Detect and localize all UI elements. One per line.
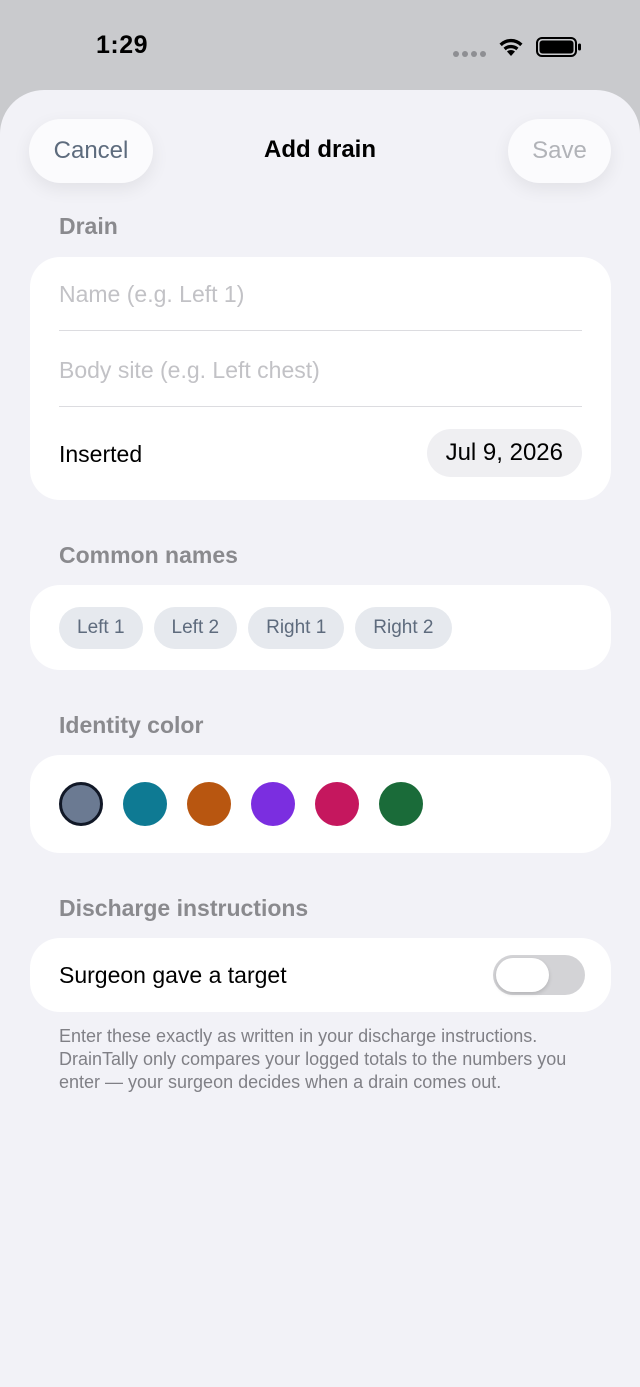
surgeon-target-toggle[interactable]: [493, 955, 585, 995]
color-swatch[interactable]: [59, 782, 103, 826]
divider: [59, 330, 582, 331]
inserted-date-picker[interactable]: Jul 9, 2026: [426, 429, 582, 477]
battery-icon: [536, 37, 581, 57]
color-swatches: [59, 782, 423, 826]
discharge-card: Surgeon gave a target: [30, 938, 611, 1012]
color-swatch[interactable]: [379, 782, 423, 826]
toggle-knob: [496, 958, 549, 992]
wifi-icon: [499, 38, 523, 56]
common-names-label: Common names: [59, 542, 238, 568]
chip-left-1[interactable]: Left 1: [59, 607, 143, 649]
common-names-chips: Left 1 Left 2 Right 1 Right 2: [59, 607, 452, 649]
surgeon-target-label: Surgeon gave a target: [59, 962, 287, 988]
status-time: 1:29: [96, 31, 149, 59]
inserted-label: Inserted: [59, 441, 143, 467]
chip-left-2[interactable]: Left 2: [153, 607, 238, 649]
drain-card: Name (e.g. Left 1) Body site (e.g. Left …: [30, 257, 611, 500]
status-bar: 1:29: [0, 0, 640, 90]
identity-color-card: [30, 755, 611, 853]
body-site-input[interactable]: Body site (e.g. Left chest): [59, 357, 320, 384]
divider: [59, 406, 582, 407]
discharge-footnote: Enter these exactly as written in your d…: [59, 1026, 567, 1092]
discharge-instructions-label: Discharge instructions: [59, 895, 309, 921]
save-button[interactable]: Save: [508, 119, 611, 183]
color-swatch[interactable]: [251, 782, 295, 826]
cellular-signal-icon: [453, 51, 486, 57]
color-swatch[interactable]: [123, 782, 167, 826]
drain-section-label: Drain: [59, 213, 118, 239]
identity-color-label: Identity color: [59, 712, 204, 738]
name-input[interactable]: Name (e.g. Left 1): [59, 281, 244, 308]
chip-right-2[interactable]: Right 2: [355, 607, 452, 649]
add-drain-sheet: Cancel Add drain Save Drain Name (e.g. L…: [0, 90, 640, 1387]
color-swatch[interactable]: [315, 782, 359, 826]
common-names-card: Left 1 Left 2 Right 1 Right 2: [30, 585, 611, 670]
chip-right-1[interactable]: Right 1: [248, 607, 345, 649]
color-swatch[interactable]: [187, 782, 231, 826]
